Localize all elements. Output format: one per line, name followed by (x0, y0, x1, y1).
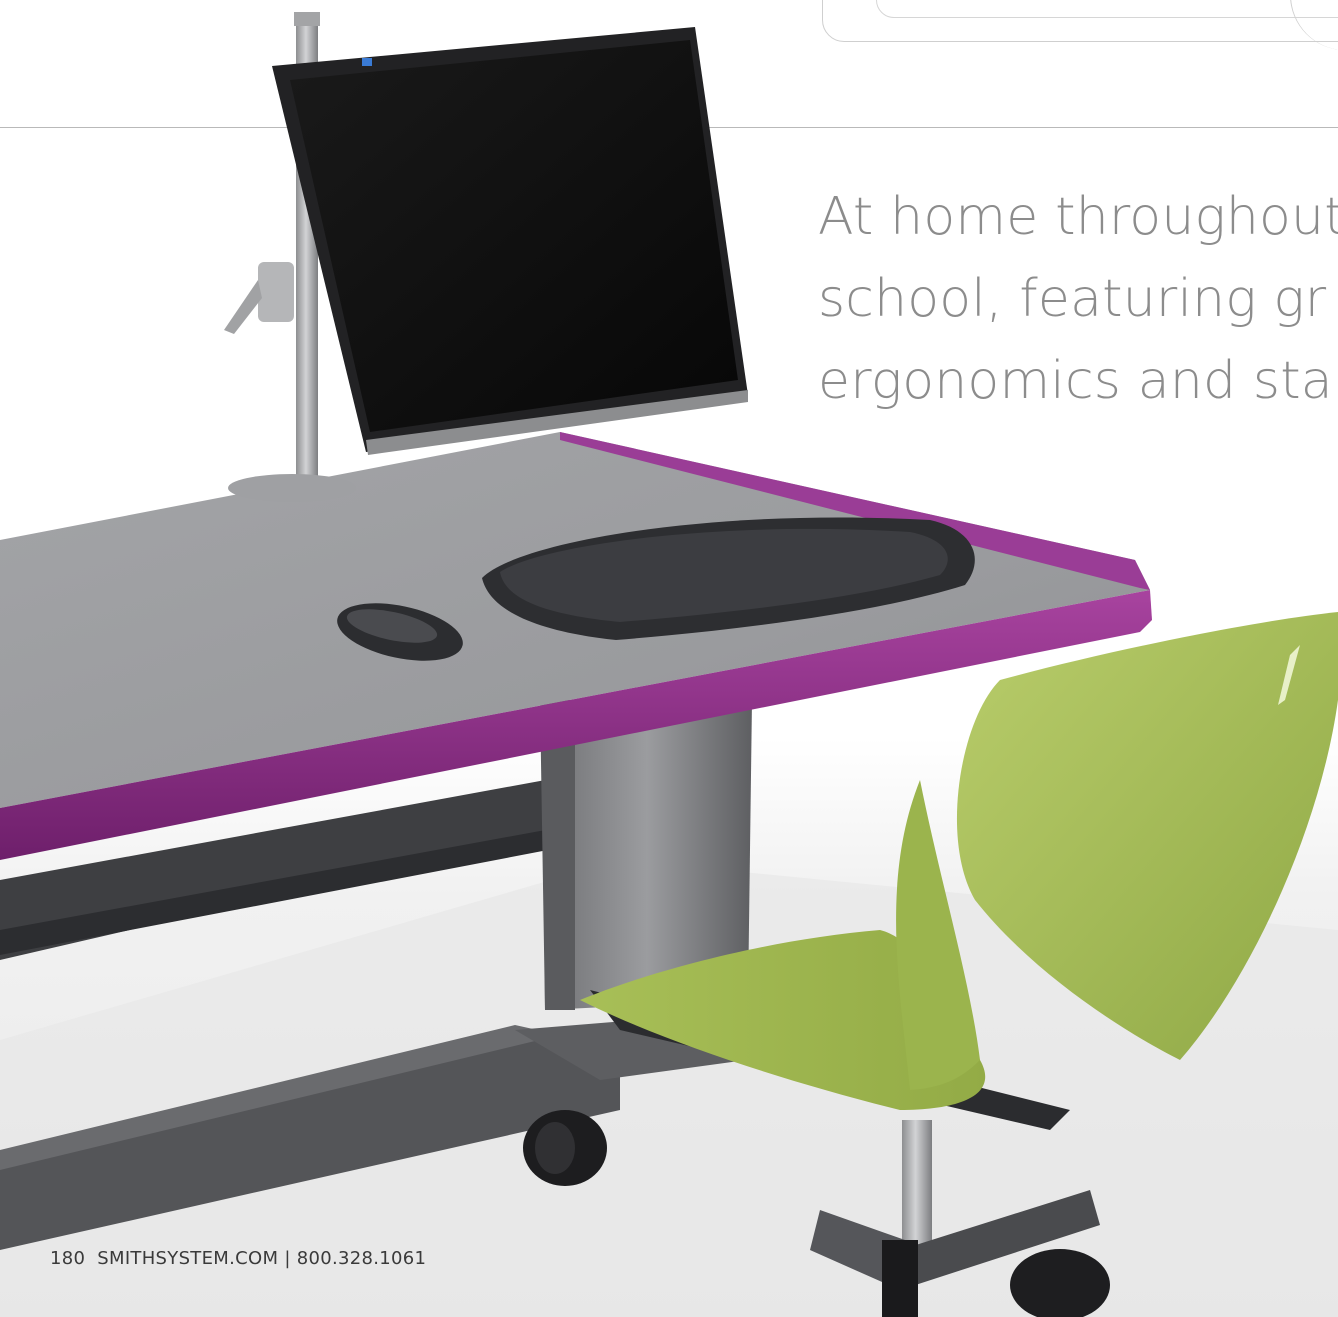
headline-line-2: school, featuring gr (818, 269, 1327, 329)
headline-line-1: At home throughout (818, 187, 1338, 247)
pole-base (228, 474, 356, 502)
page-footer: 180 SMITHSYSTEM.COM | 800.328.1061 (50, 1248, 426, 1269)
chair-stem (902, 1120, 932, 1260)
site-and-phone: SMITHSYSTEM.COM | 800.328.1061 (97, 1248, 427, 1269)
monitor-screen (290, 40, 738, 432)
catalog-page: At home throughout school, featuring gr … (0, 0, 1338, 1317)
headline: At home throughout school, featuring gr … (818, 176, 1338, 422)
headline-line-3: ergonomics and sta (818, 351, 1333, 411)
page-number: 180 (50, 1248, 86, 1269)
